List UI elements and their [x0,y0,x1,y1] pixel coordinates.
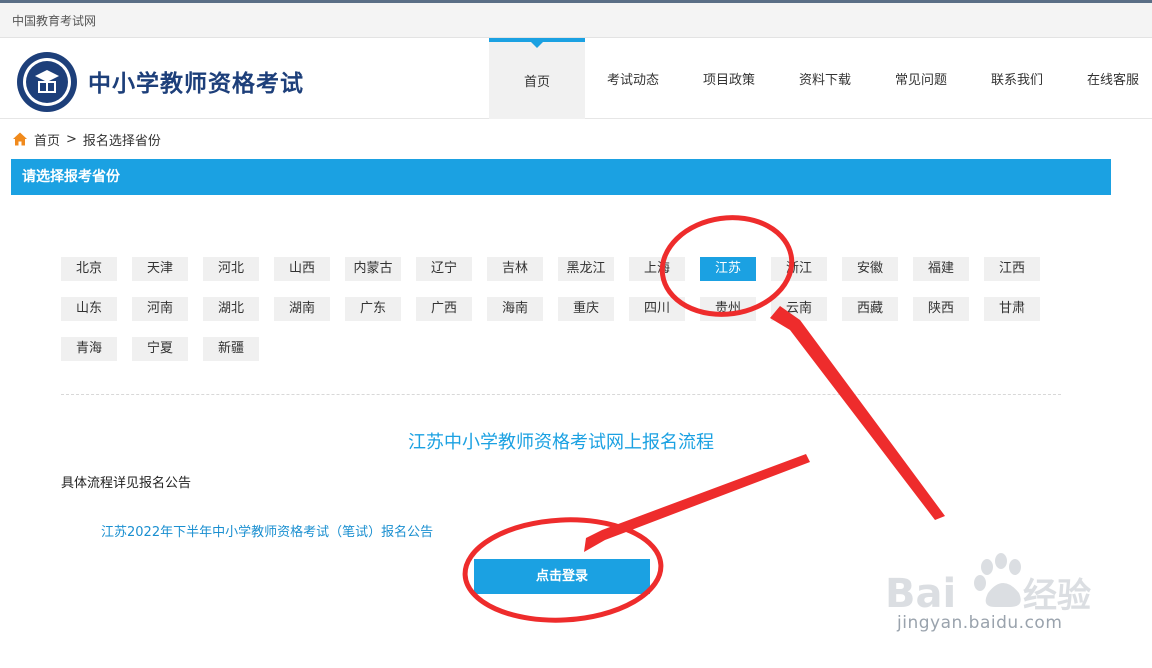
province-1-2[interactable]: 湖北 [203,297,259,321]
province-0-6[interactable]: 吉林 [487,257,543,281]
province-1-8[interactable]: 四川 [629,297,685,321]
province-2-2[interactable]: 新疆 [203,337,259,361]
header: 中小学教师资格考试 首页 考试动态 项目政策 资料下载 常见问题 联系我们 在线… [0,38,1152,119]
province-0-13[interactable]: 江西 [984,257,1040,281]
province-1-1[interactable]: 河南 [132,297,188,321]
home-icon [13,132,27,146]
breadcrumb: 首页 > 报名选择省份 [12,130,161,149]
flow-title: 江苏中小学教师资格考试网上报名流程 [408,432,714,453]
province-2-0[interactable]: 青海 [61,337,117,361]
province-0-3[interactable]: 山西 [274,257,330,281]
nav-home[interactable]: 首页 [489,38,585,119]
province-0-10[interactable]: 浙江 [771,257,827,281]
svg-text:经验: 经验 [1023,576,1091,616]
province-1-3[interactable]: 湖南 [274,297,330,321]
province-0-9[interactable]: 江苏 [700,257,756,281]
nav-faq[interactable]: 常见问题 [873,38,969,119]
annotation-arrow-province [770,306,945,520]
province-1-7[interactable]: 重庆 [558,297,614,321]
breadcrumb-separator: > [66,131,77,147]
watermark-url: jingyan.baidu.com [897,613,1063,633]
dashed-divider [61,394,1061,395]
nav-contact[interactable]: 联系我们 [969,38,1065,119]
province-1-11[interactable]: 西藏 [842,297,898,321]
province-0-2[interactable]: 河北 [203,257,259,281]
flow-note: 具体流程详见报名公告 [61,476,192,491]
breadcrumb-home[interactable]: 首页 [34,130,60,149]
site-title: 中小学教师资格考试 [88,71,304,97]
notice-link[interactable]: 江苏2022年下半年中小学教师资格考试（笔试）报名公告 [101,521,433,540]
nav-downloads[interactable]: 资料下载 [777,38,873,119]
province-0-8[interactable]: 上海 [629,257,685,281]
province-0-1[interactable]: 天津 [132,257,188,281]
province-1-4[interactable]: 广东 [345,297,401,321]
province-0-5[interactable]: 辽宁 [416,257,472,281]
svg-text:Bai: Bai [885,571,956,617]
province-1-9[interactable]: 贵州 [700,297,756,321]
nav-online-service[interactable]: 在线客服 [1065,38,1152,119]
province-1-0[interactable]: 山东 [61,297,117,321]
main-nav: 首页 考试动态 项目政策 资料下载 常见问题 联系我们 在线客服 [489,38,1152,119]
exam-logo-icon [17,52,77,112]
province-1-6[interactable]: 海南 [487,297,543,321]
nav-exam-news[interactable]: 考试动态 [585,38,681,119]
province-0-4[interactable]: 内蒙古 [345,257,401,281]
annotation-arrow-login [584,454,810,552]
breadcrumb-current: 报名选择省份 [82,133,161,149]
section-title: 请选择报考省份 [11,159,1111,195]
province-1-10[interactable]: 云南 [771,297,827,321]
province-0-11[interactable]: 安徽 [842,257,898,281]
province-0-12[interactable]: 福建 [913,257,969,281]
province-0-7[interactable]: 黑龙江 [558,257,614,281]
login-button[interactable]: 点击登录 [474,559,650,594]
nav-policy[interactable]: 项目政策 [681,38,777,119]
province-1-13[interactable]: 甘肃 [984,297,1040,321]
province-1-5[interactable]: 广西 [416,297,472,321]
province-1-12[interactable]: 陕西 [913,297,969,321]
top-bar: 中国教育考试网 [0,0,1152,38]
province-2-1[interactable]: 宁夏 [132,337,188,361]
province-0-0[interactable]: 北京 [61,257,117,281]
site-name: 中国教育考试网 [12,14,97,28]
